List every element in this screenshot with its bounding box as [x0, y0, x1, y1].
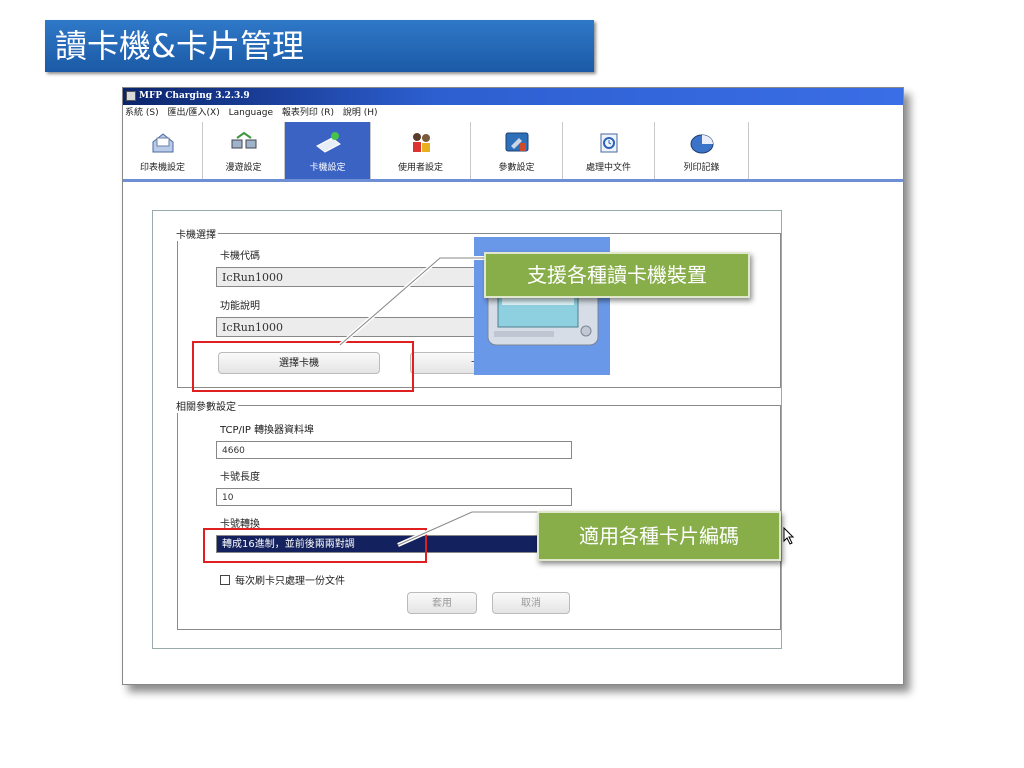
mouse-cursor-icon — [783, 527, 795, 545]
annotation-lines — [338, 256, 546, 547]
callout-card-encoding: 適用各種卡片編碼 — [537, 511, 781, 561]
callout-reader-support: 支援各種讀卡機裝置 — [484, 252, 750, 298]
